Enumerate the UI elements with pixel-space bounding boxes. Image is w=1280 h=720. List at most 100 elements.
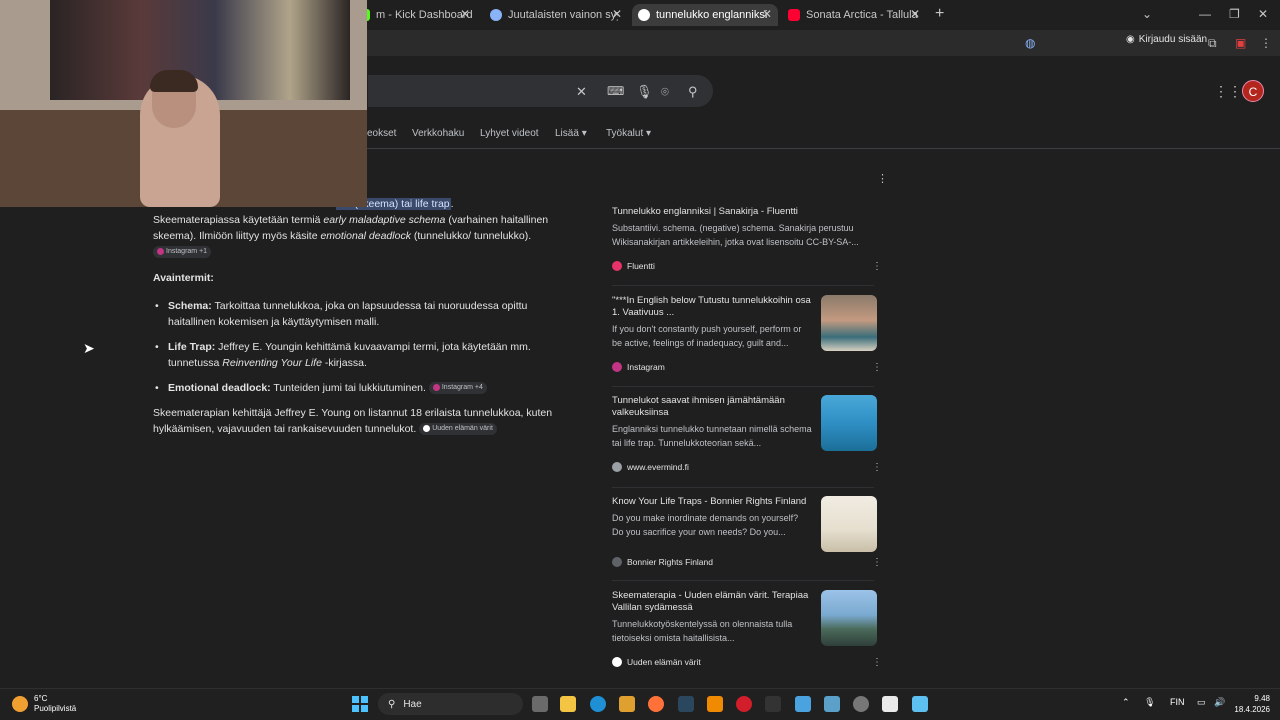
caret-down-icon: ▾ bbox=[581, 128, 587, 139]
chevron-down-icon[interactable]: ⌄ bbox=[1142, 7, 1152, 21]
result-source[interactable]: Instagram bbox=[612, 362, 665, 372]
terminal-icon[interactable] bbox=[765, 696, 781, 712]
more-options-icon[interactable]: ⋮ bbox=[877, 172, 888, 185]
chevron-up-icon[interactable]: ⌃ bbox=[1122, 697, 1130, 707]
opera-icon[interactable] bbox=[736, 696, 752, 712]
tab-tools[interactable]: Työkalut ▾ bbox=[606, 128, 651, 139]
gemini-favicon-icon bbox=[490, 9, 502, 21]
restore-icon[interactable]: ❐ bbox=[1229, 7, 1240, 21]
result-thumbnail[interactable] bbox=[821, 590, 877, 646]
close-icon[interactable]: ✕ bbox=[576, 84, 587, 100]
result-divider bbox=[612, 386, 874, 387]
app-icon[interactable] bbox=[824, 696, 840, 712]
search-icon[interactable]: ⚲ bbox=[688, 84, 698, 100]
minimize-icon[interactable]: — bbox=[1199, 7, 1211, 21]
weather-text: 6°C Puolipilvistä bbox=[34, 694, 76, 714]
result-snippet: If you don't constantly push yourself, p… bbox=[612, 324, 802, 348]
task-view-icon[interactable] bbox=[532, 696, 548, 712]
close-window-icon[interactable]: ✕ bbox=[1258, 7, 1268, 21]
vlc-icon[interactable] bbox=[707, 696, 723, 712]
extensions-icon[interactable]: ⧉ bbox=[1208, 36, 1217, 51]
instagram-icon bbox=[612, 362, 622, 372]
plus-icon[interactable]: + bbox=[935, 5, 944, 23]
source-label: Instagram bbox=[627, 362, 665, 372]
close-icon[interactable]: ✕ bbox=[612, 7, 622, 21]
book-title: Reinventing Your Life bbox=[222, 357, 322, 369]
taskbar-search[interactable]: ⚲ Hae bbox=[378, 693, 523, 715]
clock[interactable]: 9.48 18.4.2026 bbox=[1228, 693, 1270, 715]
result-source[interactable]: Bonnier Rights Finland bbox=[612, 557, 713, 567]
source-chip[interactable]: Instagram +4 bbox=[428, 382, 487, 395]
steam-icon[interactable] bbox=[678, 696, 694, 712]
system-tray[interactable]: ⌃ 🎙 FIN ▭ 🔊 bbox=[1122, 697, 1225, 708]
tab-juutalaisten[interactable]: Juutalaisten vainon syyt ja aikal ✕ bbox=[484, 4, 628, 26]
lens-icon[interactable]: ⌾ bbox=[661, 84, 669, 100]
term: Schema: bbox=[168, 300, 212, 312]
tab-label: Sonata Arctica - Tallulah - YouT bbox=[806, 9, 918, 21]
firefox-icon[interactable] bbox=[648, 696, 664, 712]
menu-dots-icon[interactable]: ⋮ bbox=[1260, 36, 1272, 50]
tab-youtube[interactable]: Sonata Arctica - Tallulah - YouT ✕ bbox=[782, 4, 926, 26]
keyboard-icon[interactable]: ⌨ bbox=[607, 84, 624, 98]
network-icon[interactable]: ▭ bbox=[1197, 697, 1206, 707]
tab-label: Juutalaisten vainon syyt ja aikal bbox=[508, 9, 618, 21]
paint-icon[interactable] bbox=[795, 696, 811, 712]
more-options-icon[interactable]: ⋮ bbox=[872, 261, 882, 272]
more-options-icon[interactable]: ⋮ bbox=[872, 462, 882, 473]
text: -kirjassa. bbox=[321, 357, 367, 369]
settings-icon[interactable] bbox=[853, 696, 869, 712]
result-card[interactable]: "***In English below Tutustu tunnelukkoi… bbox=[612, 295, 882, 377]
tab-more[interactable]: Lisää ▾ bbox=[555, 128, 587, 139]
notepad-icon[interactable] bbox=[912, 696, 928, 712]
chip-label: Instagram +4 bbox=[441, 384, 483, 392]
more-options-icon[interactable]: ⋮ bbox=[872, 657, 882, 668]
extension-red-icon[interactable]: ▣ bbox=[1235, 36, 1246, 50]
term: Emotional deadlock: bbox=[168, 382, 271, 394]
results-panel: Tunnelukko englanniksi | Sanakirja - Flu… bbox=[601, 196, 886, 688]
source-chip[interactable]: Uuden elämän värit bbox=[419, 423, 497, 436]
more-options-icon[interactable]: ⋮ bbox=[872, 557, 882, 568]
result-thumbnail[interactable] bbox=[821, 496, 877, 552]
language-indicator[interactable]: FIN bbox=[1170, 697, 1185, 707]
close-icon[interactable]: ✕ bbox=[460, 7, 470, 21]
result-card[interactable]: Skeematerapia - Uuden elämän värit. Tera… bbox=[612, 590, 882, 672]
result-title[interactable]: Tunnelukot saavat ihmisen jämähtämään va… bbox=[612, 395, 812, 419]
result-title[interactable]: Skeematerapia - Uuden elämän värit. Tera… bbox=[612, 590, 812, 614]
key-terms-list: Schema: Tarkoittaa tunnelukkoa, joka on … bbox=[153, 298, 573, 396]
volume-icon[interactable]: 🔊 bbox=[1214, 697, 1225, 707]
result-title[interactable]: "***In English below Tutustu tunnelukkoi… bbox=[612, 295, 812, 319]
avatar[interactable]: C bbox=[1242, 80, 1264, 102]
tab-short-videos[interactable]: Lyhyet videot bbox=[480, 128, 539, 139]
mic-icon[interactable]: 🎙 bbox=[636, 84, 653, 100]
instagram-icon bbox=[157, 247, 164, 255]
result-source[interactable]: Fluentti bbox=[612, 261, 655, 271]
result-card[interactable]: Tunnelukot saavat ihmisen jämähtämään va… bbox=[612, 395, 882, 477]
youtube-favicon-icon bbox=[788, 9, 800, 21]
close-icon[interactable]: ✕ bbox=[762, 7, 772, 21]
weather-widget[interactable]: 6°C Puolipilvistä bbox=[12, 694, 76, 714]
result-thumbnail[interactable] bbox=[821, 295, 877, 351]
tab-kick-dashboard[interactable]: m - Kick Dashboard ✕ bbox=[352, 4, 476, 26]
source-chip[interactable]: Instagram +1 bbox=[153, 246, 212, 259]
result-card[interactable]: Tunnelukko englanniksi | Sanakirja - Flu… bbox=[612, 206, 882, 274]
result-card[interactable]: Know Your Life Traps - Bonnier Rights Fi… bbox=[612, 496, 882, 568]
windows-start-icon[interactable] bbox=[352, 696, 368, 712]
term: Life Trap: bbox=[168, 341, 216, 353]
more-options-icon[interactable]: ⋮ bbox=[872, 362, 882, 373]
file-explorer-icon[interactable] bbox=[560, 696, 576, 712]
signin-button[interactable]: ◉ Kirjaudu sisään bbox=[1126, 34, 1207, 45]
tab-images[interactable]: eokset bbox=[367, 128, 396, 139]
tab-web[interactable]: Verkkohaku bbox=[412, 128, 464, 139]
translate-icon[interactable]: ◍ bbox=[1025, 36, 1035, 50]
app-icon[interactable] bbox=[882, 696, 898, 712]
close-icon[interactable]: ✕ bbox=[910, 7, 920, 21]
result-title[interactable]: Tunnelukko englanniksi | Sanakirja - Flu… bbox=[612, 206, 877, 218]
result-thumbnail[interactable] bbox=[821, 395, 877, 451]
edge-icon[interactable] bbox=[590, 696, 606, 712]
result-source[interactable]: Uuden elämän värit bbox=[612, 657, 701, 667]
result-source[interactable]: www.evermind.fi bbox=[612, 462, 689, 472]
tab-google-search[interactable]: tunnelukko englanniksi - Goog ✕ bbox=[632, 4, 778, 26]
result-title[interactable]: Know Your Life Traps - Bonnier Rights Fi… bbox=[612, 496, 812, 508]
store-icon[interactable] bbox=[619, 696, 635, 712]
mic-icon[interactable]: 🎙 bbox=[1144, 697, 1155, 707]
